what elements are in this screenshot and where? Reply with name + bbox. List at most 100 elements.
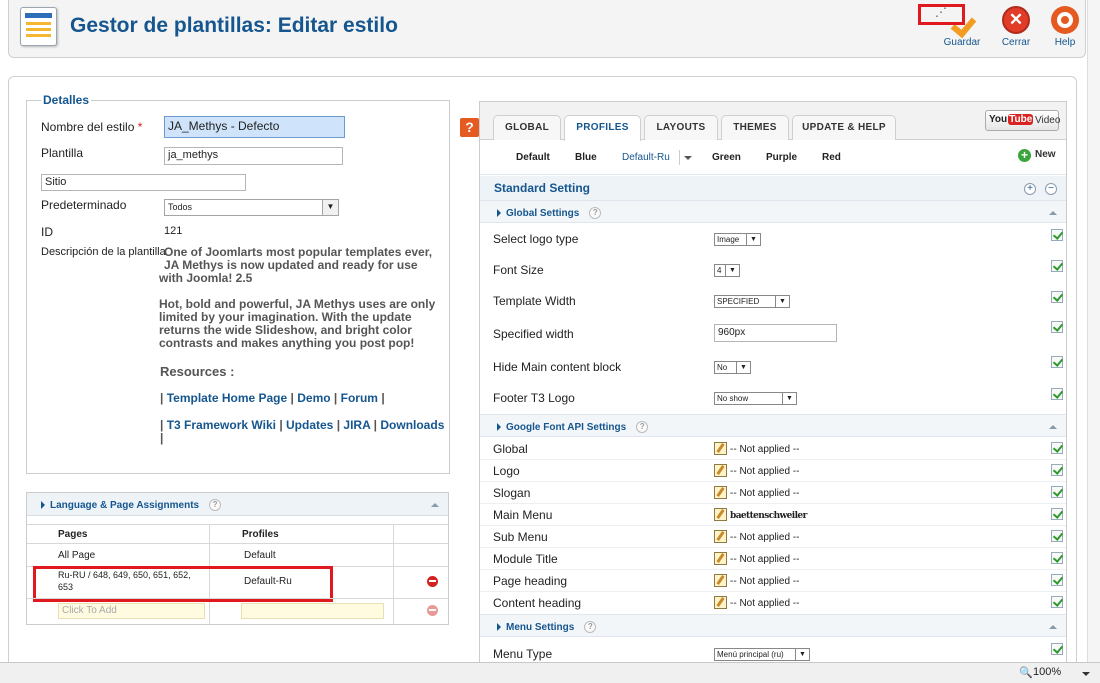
font-value[interactable]: -- Not applied -- bbox=[714, 442, 799, 455]
checkbox[interactable] bbox=[1051, 596, 1063, 608]
select-value: No show bbox=[717, 394, 749, 403]
hide-main-select[interactable]: No ▼ bbox=[714, 361, 751, 374]
new-profile-button[interactable]: + New bbox=[1018, 149, 1056, 162]
template-width-select[interactable]: SPECIFIED ▼ bbox=[714, 295, 790, 308]
remove-assignment-icon[interactable] bbox=[427, 576, 438, 587]
font-value[interactable]: -- Not applied -- bbox=[714, 574, 799, 587]
video-button[interactable]: You Tube Video bbox=[985, 110, 1060, 131]
checkbox[interactable] bbox=[1051, 508, 1063, 520]
style-name-input[interactable]: JA_Methys - Defecto bbox=[164, 116, 345, 138]
chevron-down-icon: ▼ bbox=[795, 649, 809, 660]
template-input[interactable]: ja_methys bbox=[164, 147, 343, 165]
setting-label: Hide Main content block bbox=[493, 360, 622, 374]
font-setting-label: Logo bbox=[493, 464, 520, 478]
tab-update-help[interactable]: UPDATE & HELP bbox=[792, 115, 896, 140]
help-question-button[interactable]: ? bbox=[460, 118, 479, 137]
checkbox[interactable] bbox=[1051, 442, 1063, 454]
profile-red[interactable]: Red bbox=[822, 152, 841, 163]
save-highlight-box bbox=[918, 4, 965, 25]
collapse-caret-icon[interactable] bbox=[1049, 211, 1057, 215]
jira-link[interactable]: JIRA bbox=[343, 418, 370, 432]
plus-icon: + bbox=[1018, 149, 1031, 162]
checkbox[interactable] bbox=[1051, 552, 1063, 564]
tab-layouts[interactable]: LAYOUTS bbox=[644, 115, 718, 140]
font-value[interactable]: -- Not applied -- bbox=[714, 552, 799, 565]
menu-settings-header[interactable]: Menu Settings? bbox=[480, 614, 1066, 637]
vertical-scrollbar[interactable] bbox=[1087, 0, 1100, 662]
checkbox[interactable] bbox=[1051, 229, 1063, 241]
default-select[interactable]: Todos ▼ bbox=[164, 199, 339, 216]
checkbox[interactable] bbox=[1051, 321, 1063, 333]
profile-blue[interactable]: Blue bbox=[575, 152, 597, 163]
tab-themes[interactable]: THEMES bbox=[721, 115, 789, 140]
template-home-link[interactable]: Template Home Page bbox=[167, 391, 287, 405]
font-value[interactable]: -- Not applied -- bbox=[714, 530, 799, 543]
status-bar: 🔍 100% bbox=[0, 662, 1100, 683]
language-panel-header[interactable]: Language & Page Assignments? bbox=[27, 493, 448, 516]
logo-type-select[interactable]: Image ▼ bbox=[714, 233, 761, 246]
zoom-dropdown-icon[interactable] bbox=[1082, 672, 1090, 676]
add-page-input[interactable]: Click To Add bbox=[58, 603, 205, 619]
chevron-down-icon: ▼ bbox=[782, 393, 796, 404]
select-value: SPECIFIED bbox=[717, 297, 760, 306]
profile-green[interactable]: Green bbox=[712, 152, 741, 163]
specified-width-input[interactable]: 960px bbox=[714, 324, 837, 342]
google-font-settings-header[interactable]: Google Font API Settings? bbox=[480, 414, 1066, 437]
footer-logo-select[interactable]: No show ▼ bbox=[714, 392, 797, 405]
profile-purple[interactable]: Purple bbox=[766, 152, 797, 163]
menu-settings-title: Menu Settings? bbox=[497, 621, 597, 633]
checkbox[interactable] bbox=[1051, 574, 1063, 586]
chevron-down-icon: ▼ bbox=[725, 265, 739, 276]
help-icon[interactable]: ? bbox=[584, 621, 597, 633]
tab-global[interactable]: GLOBAL bbox=[493, 115, 561, 140]
select-value: No bbox=[717, 363, 728, 372]
checkbox[interactable] bbox=[1051, 643, 1063, 655]
demo-link[interactable]: Demo bbox=[297, 391, 330, 405]
help-icon[interactable]: ? bbox=[636, 421, 649, 433]
select-value: 4 bbox=[717, 266, 722, 275]
page-cell: All Page bbox=[58, 550, 96, 561]
collapse-caret-icon[interactable] bbox=[1049, 425, 1057, 429]
site-field[interactable]: Sitio bbox=[41, 174, 246, 191]
font-size-select[interactable]: 4 ▼ bbox=[714, 264, 740, 277]
remove-row-icon[interactable] bbox=[427, 605, 438, 616]
font-setting-label: Main Menu bbox=[493, 508, 553, 522]
close-button[interactable]: ✕ Cerrar bbox=[999, 6, 1033, 48]
profile-default-ru[interactable]: Default-Ru bbox=[622, 152, 670, 163]
expand-all-icon[interactable]: + bbox=[1024, 183, 1036, 195]
setting-label: Specified width bbox=[493, 327, 574, 341]
font-value[interactable]: -- Not applied -- bbox=[714, 596, 799, 609]
global-settings-header[interactable]: Global Settings? bbox=[480, 200, 1066, 223]
youtube-tube: Tube bbox=[1008, 114, 1034, 125]
help-button[interactable]: Help bbox=[1049, 6, 1081, 48]
divider bbox=[27, 524, 448, 525]
forum-link[interactable]: Forum bbox=[341, 391, 378, 405]
divider bbox=[480, 569, 1066, 570]
font-value[interactable]: -- Not applied -- bbox=[714, 464, 799, 477]
help-icon[interactable]: ? bbox=[589, 207, 602, 219]
menu-type-select[interactable]: Menú principal (ru) ▼ bbox=[714, 648, 810, 661]
profile-dropdown-icon[interactable] bbox=[679, 150, 694, 165]
checkbox[interactable] bbox=[1051, 530, 1063, 542]
checkbox[interactable] bbox=[1051, 260, 1063, 272]
updates-link[interactable]: Updates bbox=[286, 418, 333, 432]
collapse-all-icon[interactable]: − bbox=[1045, 183, 1057, 195]
collapse-caret-icon[interactable] bbox=[431, 503, 439, 507]
help-icon[interactable]: ? bbox=[209, 499, 222, 511]
caret-right-icon bbox=[497, 423, 501, 431]
framework-wiki-link[interactable]: T3 Framework Wiki bbox=[167, 418, 276, 432]
checkbox[interactable] bbox=[1051, 486, 1063, 498]
add-profile-input[interactable] bbox=[241, 603, 384, 619]
zoom-level[interactable]: 100% bbox=[1033, 666, 1061, 678]
checkbox[interactable] bbox=[1051, 356, 1063, 368]
checkbox[interactable] bbox=[1051, 291, 1063, 303]
downloads-link[interactable]: Downloads bbox=[380, 418, 444, 432]
collapse-caret-icon[interactable] bbox=[1049, 625, 1057, 629]
font-value[interactable]: baettenschweiler bbox=[714, 508, 807, 521]
style-name-label: Nombre del estilo * bbox=[41, 120, 142, 134]
profile-default[interactable]: Default bbox=[516, 152, 550, 163]
checkbox[interactable] bbox=[1051, 388, 1063, 400]
checkbox[interactable] bbox=[1051, 464, 1063, 476]
font-value[interactable]: -- Not applied -- bbox=[714, 486, 799, 499]
tab-profiles[interactable]: PROFILES bbox=[564, 115, 641, 141]
